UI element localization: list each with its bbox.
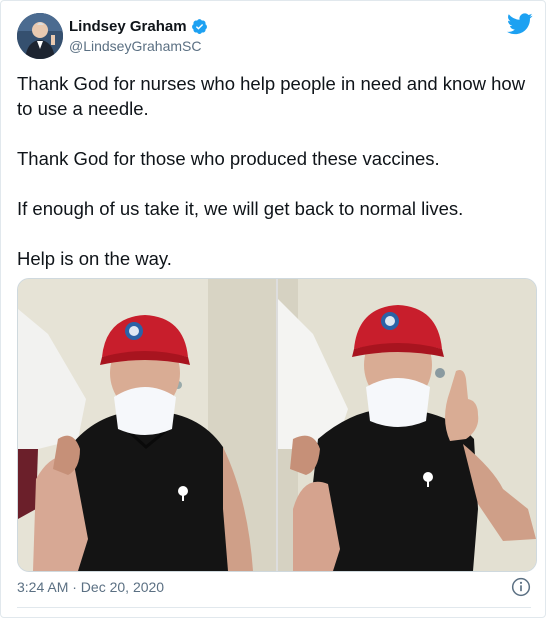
verified-badge-icon (191, 19, 207, 34)
info-icon[interactable] (511, 577, 531, 597)
avatar-image (17, 13, 63, 59)
tweet-paragraph: Help is on the way. (17, 248, 172, 269)
author-name[interactable]: Lindsey Graham (69, 18, 187, 35)
photo-image (18, 279, 276, 571)
tweet-paragraph: Thank God for those who produced these v… (17, 148, 440, 169)
tweet-paragraph: If enough of us take it, we will get bac… (17, 198, 464, 219)
tweet-paragraph: Thank God for nurses who help people in … (17, 73, 526, 119)
author-handle[interactable]: @LindseyGrahamSC (69, 38, 202, 54)
avatar[interactable] (17, 13, 63, 59)
tweet-card: Lindsey Graham @LindseyGrahamSC Thank Go… (0, 0, 546, 618)
photo-vaccination-1[interactable] (18, 279, 276, 571)
media-grid (17, 278, 537, 572)
photo-vaccination-2[interactable] (278, 279, 536, 571)
photo-image (278, 279, 536, 571)
tweet-text: Thank God for nurses who help people in … (17, 71, 527, 296)
divider (17, 607, 531, 608)
twitter-bird-icon[interactable] (507, 13, 533, 35)
tweet-timestamp[interactable]: 3:24 AM · Dec 20, 2020 (17, 579, 164, 595)
author-name-row: Lindsey Graham (69, 18, 208, 35)
